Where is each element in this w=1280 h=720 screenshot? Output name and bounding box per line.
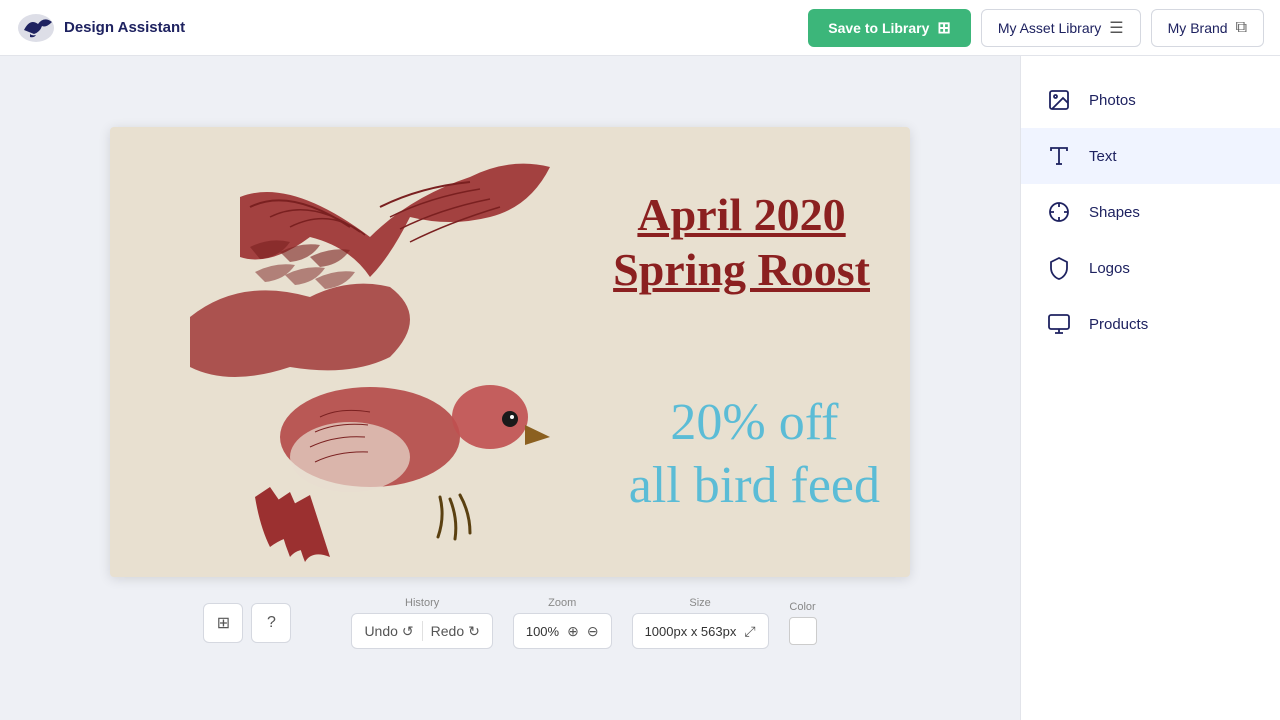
logos-icon (1045, 254, 1073, 282)
sidebar-item-shapes[interactable]: Shapes (1021, 184, 1280, 240)
brand-label: My Brand (1168, 20, 1228, 36)
app-title: Design Assistant (64, 19, 185, 36)
brand-button[interactable]: My Brand ⧉ (1151, 9, 1264, 47)
header: Design Assistant Save to Library ⊞ My As… (0, 0, 1280, 56)
color-label: Color (789, 601, 815, 613)
redo-icon: ↻ (468, 623, 480, 640)
zoom-label: Zoom (548, 597, 576, 609)
text-icon (1045, 142, 1073, 170)
zoom-group: Zoom 100% ⊕ ⊖ (513, 597, 612, 649)
zoom-out-button[interactable]: ⊖ (587, 623, 599, 640)
help-button[interactable]: ? (251, 603, 291, 643)
sidebar-item-photos[interactable]: Photos (1021, 72, 1280, 128)
resize-icon: ⤢ (744, 623, 755, 640)
history-group: History Undo ↺ Redo ↻ (351, 597, 492, 649)
zoom-value: 100% (526, 624, 559, 639)
size-value: 1000px x 563px (645, 624, 737, 639)
copy-icon: ⧉ (1236, 19, 1247, 37)
sidebar-item-products[interactable]: Products (1021, 296, 1280, 352)
photo-icon (1045, 86, 1073, 114)
menu-icon: ☰ (1109, 18, 1123, 38)
sidebar-item-logos[interactable]: Logos (1021, 240, 1280, 296)
grid-button[interactable]: ⊞ (203, 603, 243, 643)
photos-label: Photos (1089, 92, 1136, 109)
logo-icon (16, 8, 56, 48)
bird-illustration (110, 127, 670, 577)
color-swatch[interactable] (789, 617, 817, 645)
canvas-area: April 2020 Spring Roost 20% off all bird… (0, 56, 1020, 720)
help-icon: ? (267, 614, 276, 632)
history-label: History (405, 597, 439, 609)
redo-button[interactable]: Redo ↻ (431, 623, 480, 640)
products-icon (1045, 310, 1073, 338)
right-sidebar: Photos Text Shapes (1020, 56, 1280, 720)
save-icon: ⊞ (937, 18, 950, 38)
asset-library-button[interactable]: My Asset Library ☰ (981, 9, 1141, 47)
shapes-icon (1045, 198, 1073, 226)
canvas-promo-line2: all bird feed (629, 455, 880, 517)
asset-library-label: My Asset Library (998, 20, 1101, 36)
sidebar-item-text[interactable]: Text (1021, 128, 1280, 184)
design-canvas[interactable]: April 2020 Spring Roost 20% off all bird… (110, 127, 910, 577)
canvas-promo-line1: 20% off (629, 392, 880, 454)
zoom-in-icon: ⊕ (567, 623, 579, 640)
size-control: 1000px x 563px ⤢ (632, 613, 769, 649)
zoom-out-icon: ⊖ (587, 623, 599, 640)
undo-icon: ↺ (402, 623, 414, 640)
save-to-library-button[interactable]: Save to Library ⊞ (808, 9, 971, 47)
undo-label: Undo (364, 623, 397, 639)
size-group: Size 1000px x 563px ⤢ (632, 597, 769, 649)
save-label: Save to Library (828, 20, 929, 36)
main-area: April 2020 Spring Roost 20% off all bird… (0, 56, 1280, 720)
redo-label: Redo (431, 623, 464, 639)
zoom-control: 100% ⊕ ⊖ (513, 613, 612, 649)
logos-label: Logos (1089, 260, 1130, 277)
products-label: Products (1089, 316, 1148, 333)
canvas-text-line1: April 2020 (613, 187, 870, 242)
undo-button[interactable]: Undo ↺ (364, 623, 413, 640)
zoom-in-button[interactable]: ⊕ (567, 623, 579, 640)
color-group: Color (789, 601, 817, 645)
grid-icon: ⊞ (217, 613, 230, 633)
size-label: Size (689, 597, 710, 609)
canvas-heading-text[interactable]: April 2020 Spring Roost (613, 187, 870, 297)
canvas-promo-text[interactable]: 20% off all bird feed (629, 392, 880, 517)
resize-button[interactable]: ⤢ (744, 623, 755, 640)
history-control: Undo ↺ Redo ↻ (351, 613, 492, 649)
canvas-text-line2: Spring Roost (613, 242, 870, 297)
logo-area: Design Assistant (16, 8, 796, 48)
shapes-label: Shapes (1089, 204, 1140, 221)
text-label: Text (1089, 148, 1117, 165)
header-actions: Save to Library ⊞ My Asset Library ☰ My … (808, 9, 1264, 47)
